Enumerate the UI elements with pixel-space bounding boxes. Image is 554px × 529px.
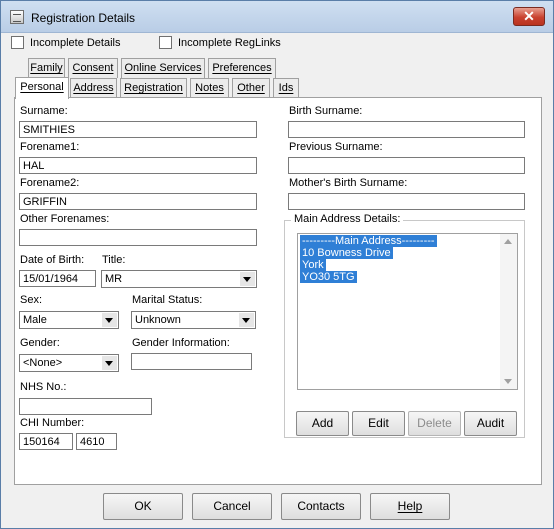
help-button[interactable]: Help (370, 493, 450, 520)
app-icon (10, 10, 24, 24)
tab-address[interactable]: Address (70, 78, 117, 98)
sex-select-value: Male (23, 314, 47, 326)
dob-label: Date of Birth: (20, 254, 85, 266)
scroll-up-icon[interactable] (504, 239, 512, 244)
gender-information-label: Gender Information: (132, 337, 230, 349)
surname-field[interactable]: SMITHIES (19, 121, 257, 138)
checkbox-label: Incomplete Details (30, 36, 121, 49)
other-forenames-label: Other Forenames: (20, 213, 110, 225)
audit-address-button[interactable]: Audit (464, 411, 517, 436)
tab-family[interactable]: Family (28, 58, 65, 78)
ok-button[interactable]: OK (103, 493, 183, 520)
tab-ids[interactable]: Ids (273, 78, 299, 98)
tab-row-top: Family Consent Online Services Preferenc… (1, 58, 554, 78)
window-title: Registration Details (31, 11, 136, 25)
forename2-label: Forename2: (20, 177, 80, 189)
address-line[interactable]: ---------Main Address--------- (300, 235, 437, 247)
dob-field[interactable]: 15/01/1964 (19, 270, 96, 287)
close-button[interactable]: ✕ (513, 7, 545, 26)
forename1-label: Forename1: (20, 141, 80, 153)
incomplete-details-checkbox[interactable]: Incomplete Details (11, 36, 121, 49)
birth-surname-label: Birth Surname: (289, 105, 363, 117)
address-list[interactable]: ---------Main Address--------- 10 Bownes… (297, 233, 518, 390)
chi-number-part1-field[interactable]: 150164 (19, 433, 73, 450)
tab-online-services[interactable]: Online Services (121, 58, 205, 78)
sex-select[interactable]: Male (19, 311, 119, 329)
address-list-scrollbar[interactable] (500, 234, 517, 389)
gender-label: Gender: (20, 337, 60, 349)
add-address-button[interactable]: Add (296, 411, 349, 436)
contacts-button[interactable]: Contacts (281, 493, 361, 520)
birth-surname-field[interactable] (288, 121, 525, 138)
checkbox-box[interactable] (159, 36, 172, 49)
forename2-field[interactable]: GRIFFIN (19, 193, 257, 210)
sex-label: Sex: (20, 294, 43, 306)
tab-notes[interactable]: Notes (190, 78, 229, 98)
gender-select-value: <None> (23, 357, 63, 369)
title-select-value: MR (105, 273, 123, 285)
tab-personal[interactable]: Personal (15, 77, 69, 99)
title-label: Title: (102, 254, 126, 266)
address-line[interactable]: 10 Bowness Drive (300, 247, 393, 259)
tab-other[interactable]: Other (232, 78, 270, 98)
chevron-down-icon[interactable] (240, 272, 255, 286)
surname-label: Surname: (20, 105, 68, 117)
tab-row-bottom: Personal Address Registration Notes Othe… (1, 77, 554, 99)
tab-preferences[interactable]: Preferences (208, 58, 276, 78)
checkbox-box[interactable] (11, 36, 24, 49)
checkbox-label: Incomplete RegLinks (178, 36, 281, 49)
tab-registration[interactable]: Registration (120, 78, 187, 98)
other-forenames-field[interactable] (19, 229, 257, 246)
incomplete-reglinks-checkbox[interactable]: Incomplete RegLinks (159, 36, 281, 49)
marital-status-select[interactable]: Unknown (131, 311, 256, 329)
title-bar[interactable]: Registration Details ✕ (1, 1, 553, 33)
chevron-down-icon[interactable] (102, 356, 117, 370)
gender-select[interactable]: <None> (19, 354, 119, 372)
marital-status-label: Marital Status: (132, 294, 203, 306)
main-address-legend: Main Address Details: (291, 213, 404, 225)
title-select[interactable]: MR (101, 270, 257, 288)
marital-status-select-value: Unknown (135, 314, 181, 326)
gender-information-field[interactable] (131, 353, 252, 370)
chi-number-part2-field[interactable]: 4610 (76, 433, 117, 450)
tab-consent[interactable]: Consent (68, 58, 118, 78)
chevron-down-icon[interactable] (239, 313, 254, 327)
previous-surname-label: Previous Surname: (289, 141, 383, 153)
forename1-field[interactable]: HAL (19, 157, 257, 174)
main-address-group: Main Address Details: ---------Main Addr… (284, 213, 525, 438)
previous-surname-field[interactable] (288, 157, 525, 174)
chi-number-label: CHI Number: (20, 417, 85, 429)
mothers-birth-surname-field[interactable] (288, 193, 525, 210)
edit-address-button[interactable]: Edit (352, 411, 405, 436)
chevron-down-icon[interactable] (102, 313, 117, 327)
address-line[interactable]: York (300, 259, 326, 271)
address-line[interactable]: YO30 5TG (300, 271, 357, 283)
mothers-birth-surname-label: Mother's Birth Surname: (289, 177, 408, 189)
delete-address-button[interactable]: Delete (408, 411, 461, 436)
nhs-no-field[interactable] (19, 398, 152, 415)
registration-details-window: Registration Details ✕ Incomplete Detail… (0, 0, 554, 529)
cancel-button[interactable]: Cancel (192, 493, 272, 520)
nhs-no-label: NHS No.: (20, 381, 67, 393)
scroll-down-icon[interactable] (504, 379, 512, 384)
